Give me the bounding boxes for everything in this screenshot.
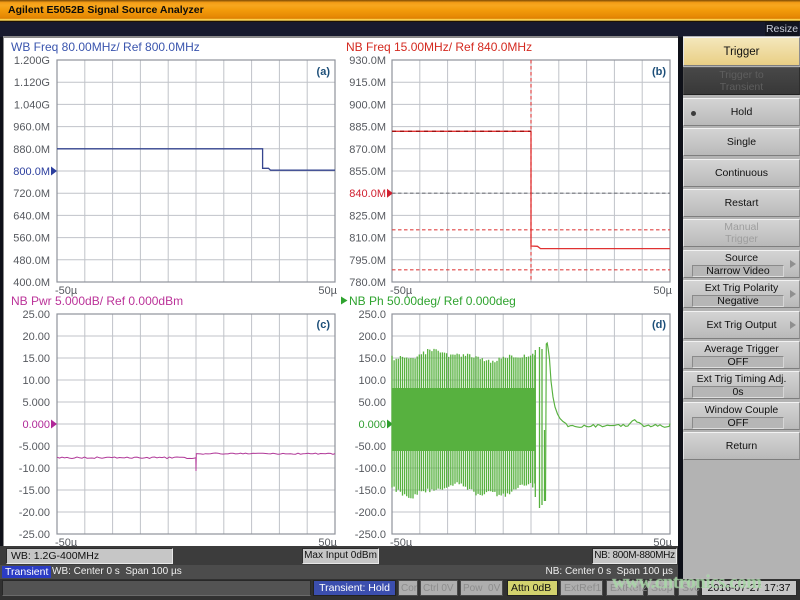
svg-text:20.00: 20.00 [22,331,50,343]
svg-text:NB Freq 15.00MHz/ Ref 840.0MHz: NB Freq 15.00MHz/ Ref 840.0MHz [346,40,532,54]
svg-text:0.000: 0.000 [358,419,386,431]
svg-text:250.0: 250.0 [358,309,386,321]
svg-text:-10.00: -10.00 [19,463,50,475]
svg-text:1.040G: 1.040G [14,99,50,111]
svg-text:960.0M: 960.0M [13,122,50,134]
svg-text:-100.0: -100.0 [355,463,386,475]
svg-text:WB Freq 80.00MHz/ Ref 800.0MHz: WB Freq 80.00MHz/ Ref 800.0MHz [11,40,200,54]
svg-text:915.0M: 915.0M [349,77,386,89]
svg-text:400.0M: 400.0M [13,277,50,289]
svg-text:25.00: 25.00 [22,309,50,321]
svg-text:15.00: 15.00 [22,353,50,365]
svg-text:825.0M: 825.0M [349,210,386,222]
svg-text:810.0M: 810.0M [349,233,386,245]
svg-text:900.0M: 900.0M [349,99,386,111]
svg-text:NB Ph 50.00deg/ Ref 0.000deg: NB Ph 50.00deg/ Ref 0.000deg [349,294,516,308]
svg-text:780.0M: 780.0M [349,277,386,289]
svg-text:(d): (d) [652,319,666,331]
svg-text:-200.0: -200.0 [355,507,386,519]
svg-text:200.0: 200.0 [358,331,386,343]
svg-text:50.00: 50.00 [358,397,386,409]
svg-text:-250.0: -250.0 [355,529,386,541]
svg-text:50µ: 50µ [653,285,672,297]
svg-text:800.0M: 800.0M [13,166,50,178]
svg-text:1.200G: 1.200G [14,55,50,67]
svg-text:885.0M: 885.0M [349,122,386,134]
svg-text:855.0M: 855.0M [349,166,386,178]
svg-text:795.0M: 795.0M [349,255,386,267]
svg-text:150.0: 150.0 [358,353,386,365]
svg-text:-150.0: -150.0 [355,485,386,497]
svg-text:-50.00: -50.00 [355,441,386,453]
svg-text:50µ: 50µ [318,285,337,297]
svg-text:880.0M: 880.0M [13,144,50,156]
svg-text:100.0: 100.0 [358,375,386,387]
svg-text:10.00: 10.00 [22,375,50,387]
svg-text:560.0M: 560.0M [13,233,50,245]
svg-text:840.0M: 840.0M [349,188,386,200]
svg-text:1.120G: 1.120G [14,77,50,89]
svg-text:480.0M: 480.0M [13,255,50,267]
svg-text:-25.00: -25.00 [19,529,50,541]
svg-text:5.000: 5.000 [22,397,50,409]
svg-text:-5.000: -5.000 [19,441,50,453]
svg-text:(c): (c) [317,319,331,331]
svg-text:(a): (a) [317,66,331,78]
svg-text:-20.00: -20.00 [19,507,50,519]
svg-text:-15.00: -15.00 [19,485,50,497]
svg-text:0.000: 0.000 [22,419,50,431]
svg-text:(b): (b) [652,66,666,78]
svg-text:NB Pwr 5.000dB/ Ref 0.000dBm: NB Pwr 5.000dB/ Ref 0.000dBm [11,294,183,308]
svg-text:640.0M: 640.0M [13,210,50,222]
svg-text:720.0M: 720.0M [13,188,50,200]
svg-text:930.0M: 930.0M [349,55,386,67]
svg-text:870.0M: 870.0M [349,144,386,156]
